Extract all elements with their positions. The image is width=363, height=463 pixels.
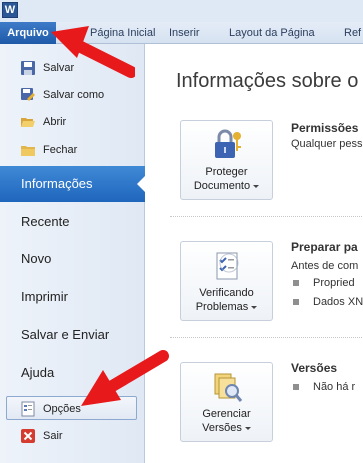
options-icon: [21, 401, 35, 417]
nav-print[interactable]: Imprimir: [0, 279, 145, 315]
save-as-command[interactable]: Salvar como: [0, 81, 145, 109]
nav-new[interactable]: Novo: [0, 241, 145, 277]
nav-new-label: Novo: [21, 251, 52, 266]
nav-help[interactable]: Ajuda: [0, 355, 145, 391]
nav-recent-label: Recente: [21, 214, 70, 229]
protect-label-line1: Proteger: [205, 166, 248, 178]
dropdown-caret-icon: [253, 184, 260, 188]
versions-label-line2-text: Versões: [202, 422, 242, 434]
save-label: Salvar: [43, 62, 75, 74]
prepare-bullet-1: Propried: [313, 277, 355, 289]
protect-label-line2: Documento: [181, 179, 272, 193]
manage-versions-label: Gerenciar Versões: [181, 407, 272, 435]
open-folder-icon: [21, 118, 35, 127]
dropdown-caret-icon: [251, 305, 258, 309]
save-icon: [21, 61, 35, 75]
versions-title: Versões: [291, 361, 338, 375]
tab-insert[interactable]: Inserir: [169, 22, 200, 44]
bullet-marker: [293, 280, 299, 286]
dropdown-caret-icon: [244, 426, 251, 430]
open-label: Abrir: [43, 116, 67, 128]
ribbon-tab-bar: Arquivo Página Inicial Inserir Layout da…: [0, 22, 363, 44]
section-divider: [170, 216, 363, 217]
nav-help-label: Ajuda: [21, 365, 55, 380]
nav-save-send[interactable]: Salvar e Enviar: [0, 317, 145, 353]
check-issues-label: Verificando Problemas: [181, 286, 272, 314]
lock-key-icon: [215, 129, 241, 158]
open-command[interactable]: Abrir: [0, 108, 145, 136]
prepare-title: Preparar pa: [291, 240, 358, 254]
exit-icon: [21, 429, 35, 443]
nav-recent[interactable]: Recente: [0, 204, 145, 240]
protect-document-button[interactable]: Proteger Documento: [180, 120, 273, 200]
tab-page-layout[interactable]: Layout da Página: [229, 22, 315, 44]
manage-versions-button[interactable]: Gerenciar Versões: [180, 362, 273, 442]
section-divider: [170, 337, 363, 338]
options-command[interactable]: Opções: [0, 395, 145, 423]
bullet-marker: [293, 384, 299, 390]
protect-label-line2-text: Documento: [193, 180, 251, 192]
tab-file[interactable]: Arquivo: [0, 22, 56, 44]
protect-document-label: Proteger Documento: [181, 165, 272, 193]
info-heading: Informações sobre o: [176, 70, 359, 92]
check-label-line2: Problemas: [181, 300, 272, 314]
bullet-marker: [293, 299, 299, 305]
check-label-line2-text: Problemas: [195, 301, 249, 313]
nav-save-send-label: Salvar e Enviar: [21, 327, 110, 342]
close-label: Fechar: [43, 144, 78, 156]
nav-info-label: Informações: [21, 176, 93, 191]
exit-command[interactable]: Sair: [0, 422, 145, 450]
close-command[interactable]: Fechar: [0, 136, 145, 164]
nav-info[interactable]: Informações: [0, 166, 146, 202]
save-as-label: Salvar como: [43, 89, 105, 101]
prepare-bullet-2: Dados XN: [313, 296, 363, 308]
checklist-icon: [216, 252, 239, 280]
permissions-text: Qualquer pess: [291, 138, 363, 150]
versions-label-line2: Versões: [181, 421, 272, 435]
backstage-nav-pane: Salvar Salvar como Abrir Fechar Informaç…: [0, 44, 146, 463]
tab-home[interactable]: Página Inicial: [90, 22, 155, 44]
versions-label-line1: Gerenciar: [202, 408, 251, 420]
info-content: Informações sobre o Proteger Documento P…: [146, 44, 363, 463]
tab-references[interactable]: Ref: [344, 22, 361, 44]
permissions-title: Permissões: [291, 121, 359, 135]
versions-icon: [214, 373, 243, 402]
check-issues-button[interactable]: Verificando Problemas: [180, 241, 273, 321]
options-label: Opções: [43, 403, 81, 415]
save-as-icon: [21, 88, 35, 101]
nav-print-label: Imprimir: [21, 289, 68, 304]
title-bar: W: [0, 0, 363, 22]
check-label-line1: Verificando: [199, 287, 254, 299]
versions-bullet-1: Não há r: [313, 381, 356, 393]
save-command[interactable]: Salvar: [0, 54, 145, 82]
word-app-icon[interactable]: W: [2, 2, 18, 18]
close-folder-icon: [21, 146, 35, 156]
exit-label: Sair: [43, 430, 63, 442]
prepare-text: Antes de com: [291, 260, 359, 272]
